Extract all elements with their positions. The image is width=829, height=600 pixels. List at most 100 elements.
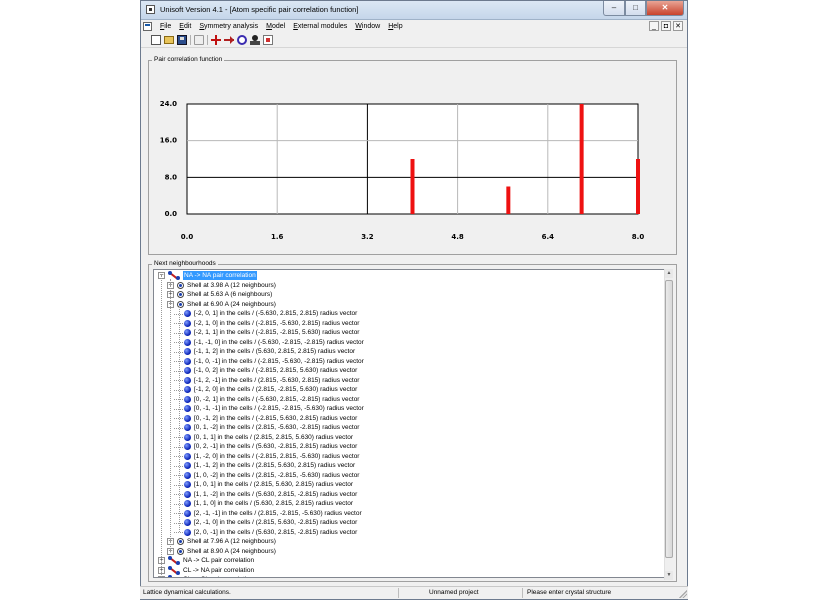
tree-shell-label[interactable]: Shell at 6.90 A (24 neighbours) (187, 300, 276, 309)
mdi-minimize-button[interactable]: _ (649, 21, 659, 31)
tree-atom-label[interactable]: [2, 0, -1] in the cells / (5.630, 2.815,… (194, 528, 357, 537)
tree-atom-label[interactable]: [-2, 0, 1] in the cells / (-5.630, 2.815… (194, 309, 357, 318)
atom-icon (184, 462, 191, 469)
open-folder-icon[interactable] (164, 36, 174, 44)
tree-shell-label[interactable]: Shell at 8.90 A (24 neighbours) (187, 547, 276, 556)
resize-grip-icon[interactable] (679, 590, 687, 598)
x-tick-label: 8.0 (632, 233, 645, 241)
tree-atom-label[interactable]: [1, 1, 0] in the cells / (5.630, 2.815, … (194, 499, 353, 508)
pair-correlation-panel: Pair correlation function 0.0 1.6 3.2 4.8 6.… (148, 56, 677, 255)
tree-atom-label[interactable]: [0, 2, -1] in the cells / (5.630, -2.815… (194, 442, 357, 451)
arrow-right-icon[interactable] (224, 35, 234, 45)
tree-atom-label[interactable]: [-1, -1, 0] in the cells / (-5.630, -2.8… (194, 338, 364, 347)
atom-icon (184, 528, 191, 536)
tree-pair-label[interactable]: CL -> NA pair correlation (183, 566, 254, 575)
tree-shell-label[interactable]: Shell at 7.96 A (12 neighbours) (187, 537, 276, 546)
mdi-child-icon[interactable] (143, 22, 152, 31)
tree-atom-label[interactable]: [0, -2, 1] in the cells / (-5.630, 2.815… (194, 395, 359, 404)
new-document-icon[interactable] (151, 35, 161, 45)
scroll-thumb[interactable] (665, 280, 673, 558)
tree-atom-label[interactable]: [-1, 0, 2] in the cells / (-2.815, 2.815… (194, 366, 357, 375)
menu-help[interactable]: Help (384, 22, 406, 32)
shell-icon (176, 300, 186, 309)
atom-icon (184, 519, 191, 526)
y-tick-label: 0.0 (165, 210, 178, 218)
atom-icon (184, 395, 191, 403)
tree-atom-label[interactable]: [-1, 0, -1] in the cells / (-2.815, -5.6… (194, 357, 364, 366)
mdi-close-button[interactable]: ✕ (673, 21, 683, 31)
title-bar[interactable]: Unisoft Version 4.1 - [Atom specific pai… (141, 1, 687, 20)
atom-icon (184, 443, 191, 450)
maximize-button[interactable]: □ (625, 1, 646, 16)
menu-edit[interactable]: Edit (175, 22, 195, 32)
atom-icon (184, 329, 191, 336)
x-tick-label: 4.8 (451, 233, 464, 241)
menu-external-modules[interactable]: External modules (289, 22, 351, 32)
x-tick-label: 1.6 (271, 233, 284, 241)
atom-icon (184, 386, 191, 393)
atom-icon (184, 481, 191, 488)
menu-model[interactable]: Model (262, 22, 289, 32)
window-controls: – □ ✕ (603, 1, 684, 16)
pair-correlation-icon (167, 575, 181, 577)
status-divider (398, 588, 399, 598)
mdi-restore-button[interactable]: ◘ (661, 21, 671, 31)
toolbar-separator (190, 35, 191, 45)
tree-pair-label[interactable]: CL -> CL pair correlation (183, 575, 254, 577)
status-left: Lattice dynamical calculations. (143, 589, 231, 596)
tree-atom-label[interactable]: [1, -1, 2] in the cells / (2.815, 5.630,… (194, 461, 355, 470)
neighbourhood-tree[interactable]: − NA -> NA pair correlation + Shell at 3.98… (153, 269, 672, 578)
menu-bar: File Edit Symmetry analysis Model Extern… (141, 20, 687, 33)
tree-atom-label[interactable]: [-1, 2, -1] in the cells / (2.815, -5.63… (194, 376, 359, 385)
tree-atom-label[interactable]: [-1, 1, 2] in the cells / (5.630, 2.815,… (194, 347, 355, 356)
tree-atom-label[interactable]: [0, -1, -1] in the cells / (-2.815, -2.8… (194, 404, 364, 413)
scroll-down-icon[interactable]: ▼ (665, 571, 673, 580)
tree-atom-label[interactable]: [0, 1, 1] in the cells / (2.815, 2.815, … (194, 433, 353, 442)
toolbar (141, 33, 687, 48)
tree-atom-label[interactable]: [1, 0, 1] in the cells / (2.815, 5.630, … (194, 480, 353, 489)
tree-atom-label[interactable]: [1, -2, 0] in the cells / (-2.815, 2.815… (194, 452, 359, 461)
status-hint: Please enter crystal structure (527, 589, 612, 596)
tree-atom-label[interactable]: [-2, 1, 0] in the cells / (-2.815, -5.63… (194, 319, 359, 328)
save-disk-icon[interactable] (177, 35, 187, 45)
tree-atom-label[interactable]: [-1, 2, 0] in the cells / (2.815, -2.815… (194, 385, 357, 394)
x-tick-label: 0.0 (181, 233, 194, 241)
tree-atom-label[interactable]: [0, 1, -2] in the cells / (2.815, -5.630… (194, 423, 359, 432)
document-icon[interactable] (263, 35, 273, 45)
tree-pair-label[interactable]: NA -> CL pair correlation (183, 556, 254, 565)
menu-window[interactable]: Window (351, 22, 384, 32)
close-button[interactable]: ✕ (646, 1, 684, 16)
minimize-button[interactable]: – (603, 1, 625, 16)
tree-shell-label[interactable]: Shell at 5.63 A (6 neighbours) (187, 290, 272, 299)
bar (579, 104, 584, 214)
tree-atom-label[interactable]: [0, -1, 2] in the cells / (-2.815, 5.630… (194, 414, 357, 423)
tree-atom-label[interactable]: [2, -1, -1] in the cells / (2.815, -2.81… (194, 509, 362, 518)
pair-correlation-icon (167, 556, 181, 565)
tree-connector (170, 278, 171, 551)
tree-atom-label[interactable]: [2, -1, 0] in the cells / (2.815, 5.630,… (194, 518, 357, 527)
atom-icon (184, 452, 191, 460)
menu-symmetry-analysis[interactable]: Symmetry analysis (195, 22, 262, 32)
pair-correlation-icon (167, 565, 181, 575)
menu-file[interactable]: File (156, 22, 175, 32)
atom-icon (184, 500, 191, 507)
circle-icon[interactable] (237, 35, 247, 45)
tree-scrollbar[interactable]: ▲ ▼ (664, 269, 673, 580)
cross-icon[interactable] (211, 35, 221, 45)
bar (636, 159, 640, 214)
atom-icon (184, 376, 191, 384)
status-bar: Lattice dynamical calculations. Unnamed … (140, 586, 688, 599)
tree-atom-label[interactable]: [-2, 1, 1] in the cells / (-2.815, -2.81… (194, 328, 359, 337)
tree-pair-label[interactable]: NA -> NA pair correlation (183, 271, 257, 280)
printer-icon[interactable] (194, 35, 204, 45)
scroll-up-icon[interactable]: ▲ (665, 269, 673, 278)
atom-icon (184, 357, 191, 365)
tree-shell-label[interactable]: Shell at 3.98 A (12 neighbours) (187, 281, 276, 290)
tree-atom-label[interactable]: [1, 0, -2] in the cells / (2.815, -2.815… (194, 471, 359, 480)
app-icon[interactable] (146, 5, 155, 14)
tree-atom-label[interactable]: [1, 1, -2] in the cells / (5.630, 2.815,… (194, 490, 357, 499)
person-icon[interactable] (250, 35, 260, 45)
shell-icon (176, 537, 186, 546)
mdi-controls: _ ◘ ✕ (649, 21, 683, 31)
atom-icon (184, 348, 191, 355)
